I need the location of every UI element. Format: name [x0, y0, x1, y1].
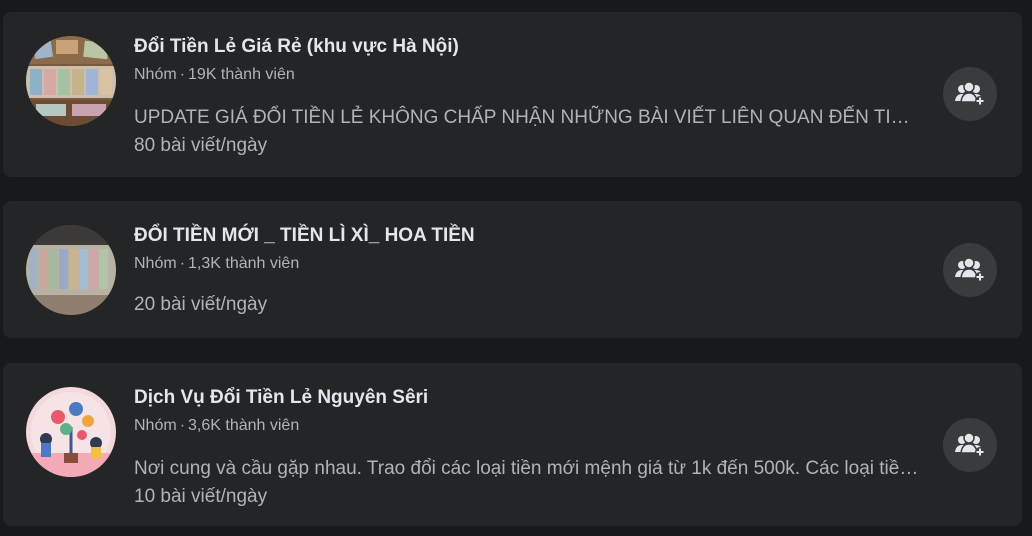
group-type: Nhóm	[134, 417, 177, 434]
member-count: 1,3K thành viên	[188, 255, 300, 272]
group-type: Nhóm	[134, 66, 177, 83]
group-type: Nhóm	[134, 255, 177, 272]
banknotes-photo-icon	[26, 225, 116, 315]
group-meta: Nhóm · 19K thành viên	[134, 64, 922, 86]
post-frequency: 80 bài viết/ngày	[134, 135, 268, 156]
member-count: 3,6K thành viên	[188, 417, 300, 434]
group-description: Nơi cung và cầu gặp nhau. Trao đổi các l…	[134, 458, 922, 479]
group-meta: Nhóm · 1,3K thành viên	[134, 253, 922, 275]
member-count: 19K thành viên	[188, 66, 295, 83]
join-group-button[interactable]	[943, 418, 997, 472]
group-info: ĐỔI TIỀN MỚI _ TIỀN LÌ XÌ_ HOA TIỀN Nhóm…	[134, 223, 922, 319]
group-meta: Nhóm · 3,6K thành viên	[134, 415, 922, 437]
group-card: Dịch Vụ Đổi Tiền Lẻ Nguyên Sêri Nhóm · 3,6…	[3, 363, 1022, 526]
illustration-photo-icon	[26, 387, 116, 477]
join-group-button[interactable]	[943, 243, 997, 297]
join-group-icon	[955, 81, 985, 106]
group-avatar[interactable]	[26, 225, 116, 315]
group-card: ĐỔI TIỀN MỚI _ TIỀN LÌ XÌ_ HOA TIỀN Nhóm…	[3, 201, 1022, 338]
group-avatar[interactable]	[26, 36, 116, 126]
post-frequency: 20 bài viết/ngày	[134, 294, 268, 315]
group-info: Dịch Vụ Đổi Tiền Lẻ Nguyên Sêri Nhóm · 3,6…	[134, 385, 922, 511]
group-name-link[interactable]: ĐỔI TIỀN MỚI _ TIỀN LÌ XÌ_ HOA TIỀN	[134, 223, 922, 249]
join-group-button[interactable]	[943, 67, 997, 121]
group-info: Đổi Tiền Lẻ Giá Rẻ (khu vực Hà Nội) Nhóm…	[134, 34, 922, 160]
group-description: UPDATE GIÁ ĐỔI TIỀN LẺ KHÔNG CHẤP NHẬN N…	[134, 107, 922, 128]
group-card: Đổi Tiền Lẻ Giá Rẻ (khu vực Hà Nội) Nhóm…	[3, 12, 1022, 177]
meta-separator: ·	[179, 255, 186, 272]
meta-separator: ·	[179, 417, 186, 434]
group-name-link[interactable]: Dịch Vụ Đổi Tiền Lẻ Nguyên Sêri	[134, 385, 922, 411]
post-frequency: 10 bài viết/ngày	[134, 486, 268, 507]
meta-separator: ·	[179, 66, 186, 83]
join-group-icon	[955, 432, 985, 457]
banknotes-photo-icon	[26, 36, 116, 126]
join-group-icon	[955, 257, 985, 282]
group-avatar[interactable]	[26, 387, 116, 477]
group-name-link[interactable]: Đổi Tiền Lẻ Giá Rẻ (khu vực Hà Nội)	[134, 34, 922, 60]
group-results-list: Đổi Tiền Lẻ Giá Rẻ (khu vực Hà Nội) Nhóm…	[0, 0, 1032, 536]
